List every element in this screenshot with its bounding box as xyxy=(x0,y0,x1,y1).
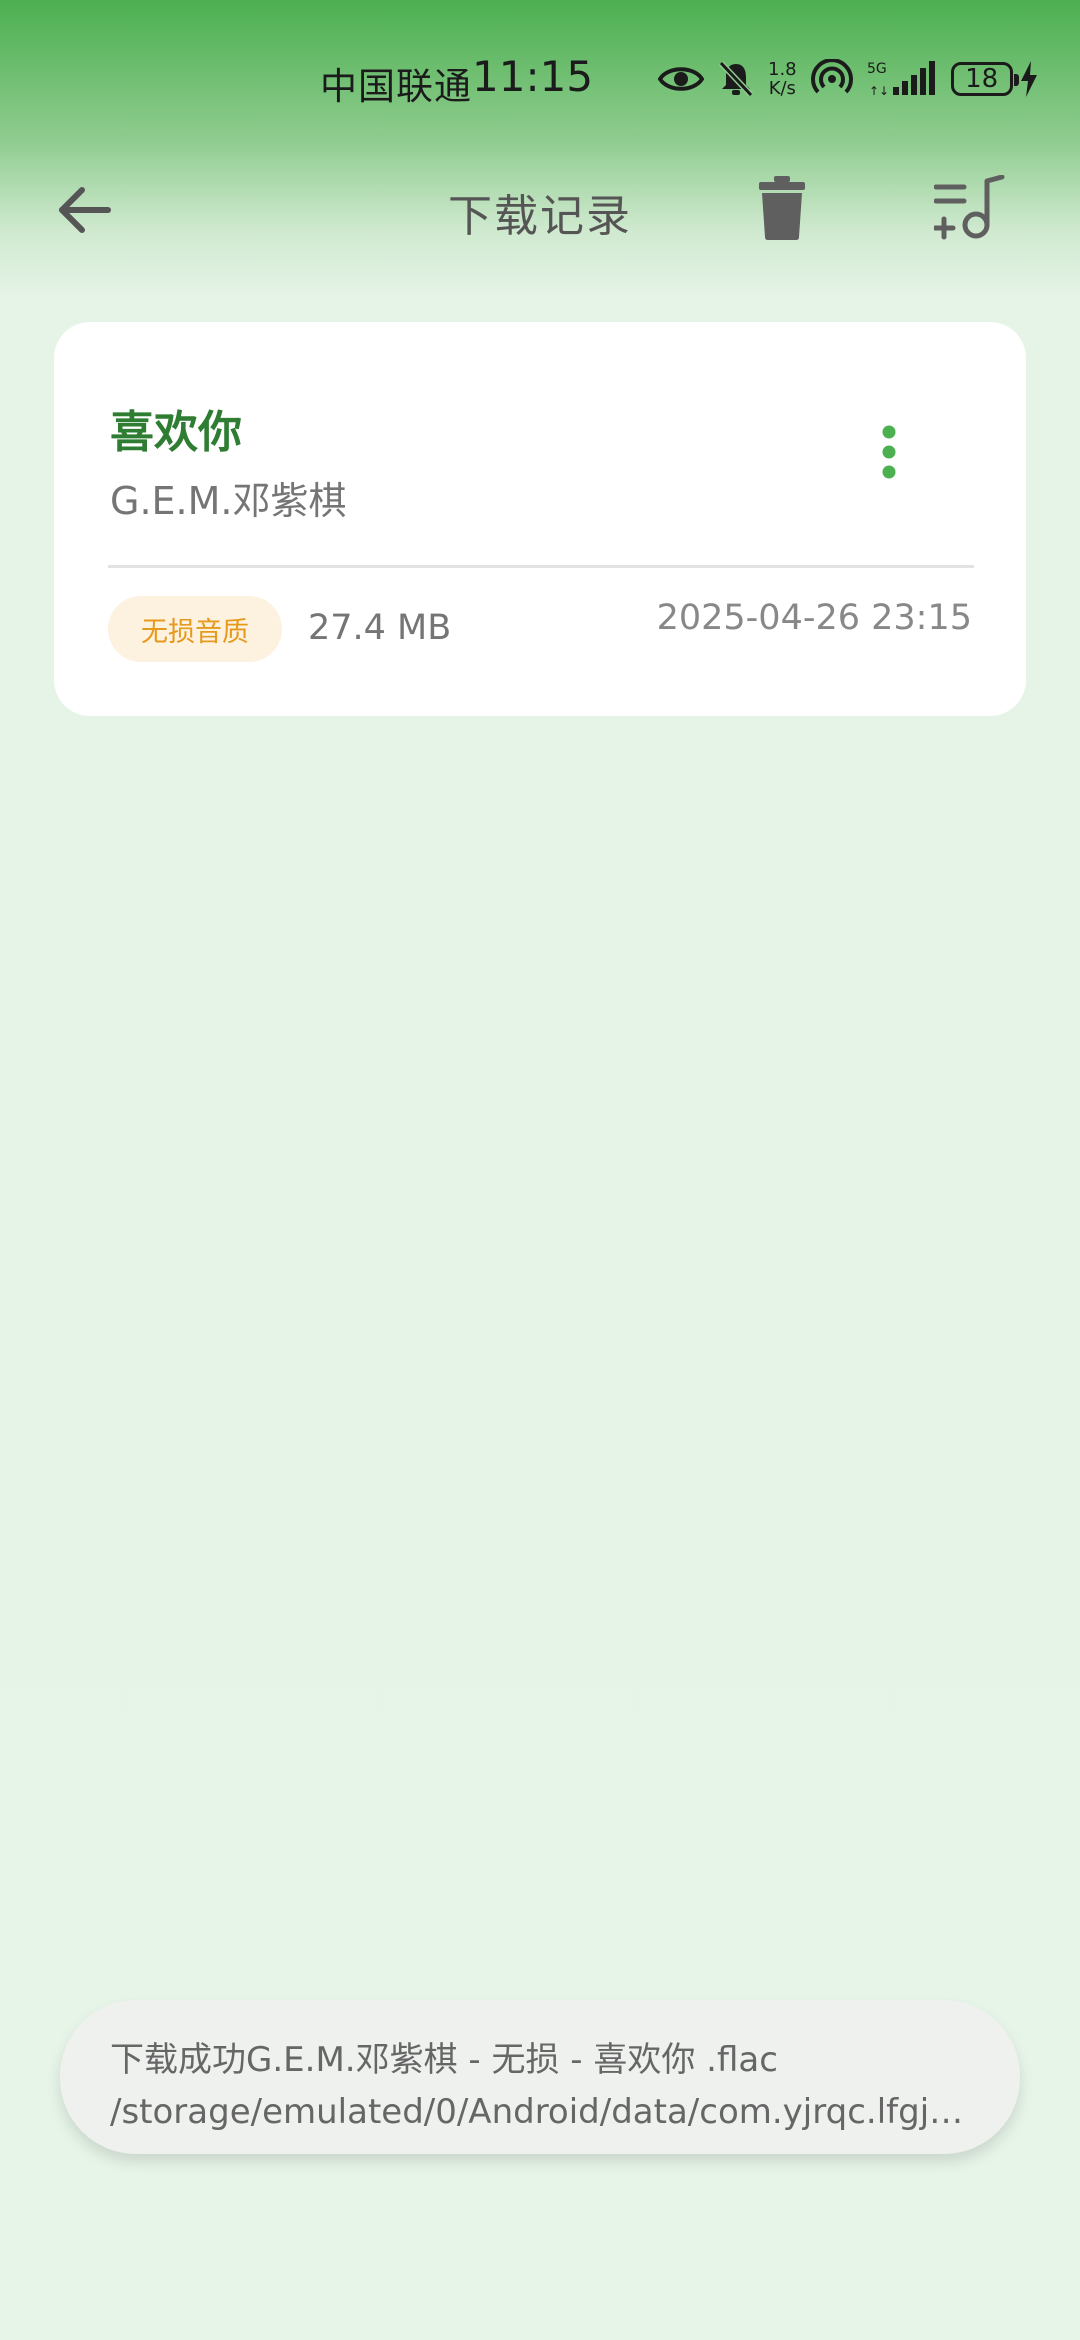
download-success-toast: 下载成功G.E.M.邓紫棋 - 无损 - 喜欢你 .flac /storage/… xyxy=(60,2000,1020,2154)
add-to-playlist-button[interactable] xyxy=(930,168,1010,248)
song-title: 喜欢你 xyxy=(110,407,242,458)
song-artist: G.E.M.邓紫棋 xyxy=(110,479,347,523)
status-icons: 1.8 K/s 5G ↑↓ 18 xyxy=(658,54,1053,104)
svg-text:5G: 5G xyxy=(867,61,887,77)
arrow-left-icon xyxy=(59,187,111,233)
charging-icon xyxy=(1019,60,1039,98)
eye-icon xyxy=(658,62,704,96)
battery-icon: 18 xyxy=(950,62,1019,96)
net-speed: 1.8 K/s xyxy=(768,60,797,98)
top-app-bar: 下载记录 xyxy=(0,160,1080,250)
clock: 11:15 xyxy=(472,52,594,101)
quality-badge: 无损音质 xyxy=(108,596,282,662)
carrier-name: 中国联通 xyxy=(320,65,472,108)
playlist-add-icon xyxy=(934,175,1005,240)
file-size: 27.4 MB xyxy=(308,608,452,648)
more-vertical-icon xyxy=(882,425,896,479)
bell-off-icon xyxy=(718,60,754,98)
delete-all-button[interactable] xyxy=(742,168,822,248)
toast-message: 下载成功G.E.M.邓紫棋 - 无损 - 喜欢你 .flac xyxy=(110,2040,778,2080)
page-title: 下载记录 xyxy=(448,191,632,242)
status-bar: 中国联通 11:15 1.8 K/s 5G ↑↓ 18 xyxy=(0,0,1080,160)
hotspot-icon xyxy=(810,59,853,99)
back-button[interactable] xyxy=(44,170,124,250)
trash-icon xyxy=(759,176,805,240)
toast-file-path: /storage/emulated/0/Android/data/com.yjr… xyxy=(110,2092,970,2132)
download-timestamp: 2025-04-26 23:15 xyxy=(656,598,972,638)
svg-text:↑↓: ↑↓ xyxy=(869,84,889,98)
download-record-card[interactable]: 喜欢你 G.E.M.邓紫棋 无损音质 27.4 MB 2025-04-26 23… xyxy=(54,322,1026,716)
net-speed-unit: K/s xyxy=(768,78,796,99)
net-speed-value: 1.8 xyxy=(768,59,797,80)
5g-signal-icon: 5G ↑↓ xyxy=(867,59,937,99)
more-options-button[interactable] xyxy=(854,412,924,492)
card-divider xyxy=(108,565,974,568)
